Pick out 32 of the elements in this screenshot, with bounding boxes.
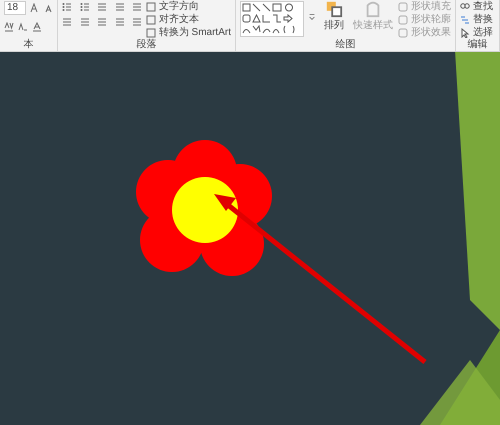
numbering-icon[interactable] xyxy=(80,2,90,12)
decrease-indent-icon[interactable] xyxy=(97,2,107,12)
command-button[interactable]: 转换为 SmartArt xyxy=(146,26,231,39)
character-spacing-icon[interactable] xyxy=(4,22,14,32)
arrange-icon[interactable] xyxy=(325,0,343,18)
shape-gallery[interactable] xyxy=(240,1,304,37)
group-label: 本 xyxy=(22,39,34,51)
change-case-icon[interactable] xyxy=(18,22,28,32)
find-icon[interactable] xyxy=(460,2,470,12)
line-spacing-icon[interactable] xyxy=(132,2,142,12)
font-color-icon[interactable] xyxy=(32,22,42,32)
command-button[interactable]: 替换 xyxy=(460,13,493,26)
group-label: 编辑 xyxy=(466,39,488,51)
command-button[interactable]: 选择 xyxy=(460,26,493,39)
command-button[interactable]: 文字方向 xyxy=(146,0,231,13)
align-right-icon[interactable] xyxy=(97,17,107,27)
cursor-icon[interactable] xyxy=(460,28,470,38)
group-label: 绘图 xyxy=(334,39,356,51)
replace-icon[interactable] xyxy=(460,14,470,24)
increase-indent-icon[interactable] xyxy=(114,2,124,12)
group-label: 段落 xyxy=(136,39,158,51)
command-button[interactable]: 查找 xyxy=(460,0,493,13)
align-center-icon[interactable] xyxy=(80,17,90,27)
font-size-field[interactable]: 18 xyxy=(4,1,26,15)
align-left-icon[interactable] xyxy=(62,17,72,27)
bullets-icon[interactable] xyxy=(62,2,72,12)
justify-icon[interactable] xyxy=(114,17,124,27)
command-button[interactable]: 对齐文本 xyxy=(146,13,231,26)
arrange-button[interactable]: 排列 xyxy=(320,0,348,39)
grow-font-icon[interactable] xyxy=(30,3,40,13)
columns-icon[interactable] xyxy=(132,17,142,27)
shrink-font-icon[interactable] xyxy=(44,3,54,13)
